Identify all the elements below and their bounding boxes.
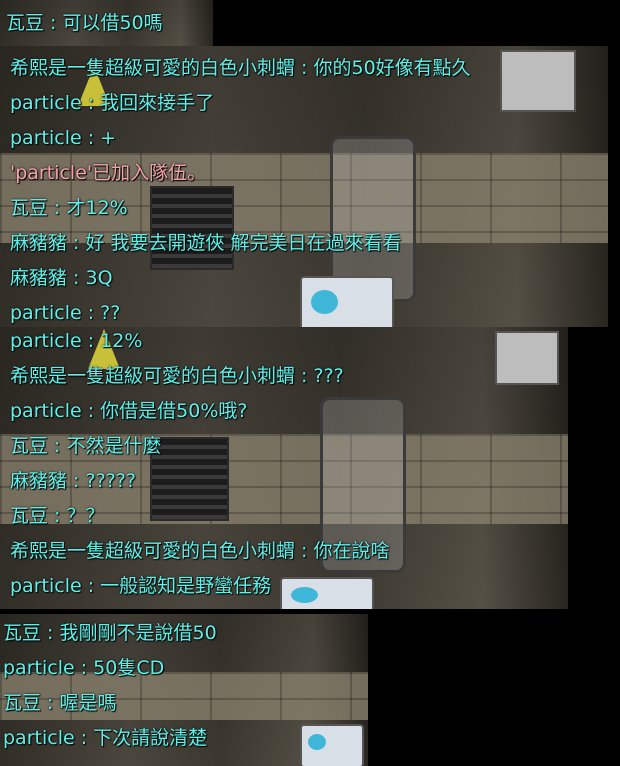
chat-line: 瓦豆 : 不然是什麼	[10, 435, 162, 457]
system-message-line: 'particle'已加入隊伍。	[10, 162, 207, 184]
chat-line: 希熙是一隻超級可愛的白色小刺蝟 : 你的50好像有點久	[10, 57, 471, 79]
chat-line: 瓦豆 : 我剛剛不是說借50	[3, 622, 217, 644]
chat-line: particle : 12%	[10, 330, 143, 352]
chat-line: 瓦豆 : ？？	[10, 505, 105, 527]
chat-line: 瓦豆 : 喔是嗎	[3, 692, 117, 714]
chat-line: particle : 一般認知是野蠻任務	[10, 575, 272, 597]
chat-screenshot-panel-2: 希熙是一隻超級可愛的白色小刺蝟 : 你的50好像有點久 particle : 我…	[0, 46, 608, 327]
chat-line: 麻豬豬 : ?????	[10, 470, 136, 492]
chat-line: 麻豬豬 : 好 我要去開遊俠 解完美日在過來看看	[10, 232, 402, 254]
chat-line: 瓦豆 : 才12%	[10, 197, 128, 219]
chat-line: 希熙是一隻超級可愛的白色小刺蝟 : ???	[10, 365, 344, 387]
chat-line: particle : 你借是借50%哦?	[10, 400, 248, 422]
chat-line: 瓦豆 : 可以借50嗎	[6, 12, 163, 34]
chat-line: 麻豬豬 : 3Q	[10, 267, 113, 289]
chat-line: 希熙是一隻超級可愛的白色小刺蝟 : 你在說啥	[10, 540, 390, 562]
chat-screenshot-panel-4: 瓦豆 : 我剛剛不是說借50 particle : 50隻CD 瓦豆 : 喔是嗎…	[0, 614, 368, 766]
chat-screenshot-strip-1: 瓦豆 : 可以借50嗎	[0, 0, 213, 46]
chat-screenshot-panel-3: particle : 12% 希熙是一隻超級可愛的白色小刺蝟 : ??? par…	[0, 327, 568, 609]
chat-line: particle : +	[10, 127, 117, 149]
chat-line: particle : 50隻CD	[3, 657, 165, 679]
chat-line: particle : ??	[10, 302, 121, 324]
chat-line: particle : 下次請說清楚	[3, 727, 208, 749]
chat-line: particle : 我回來接手了	[10, 92, 215, 114]
